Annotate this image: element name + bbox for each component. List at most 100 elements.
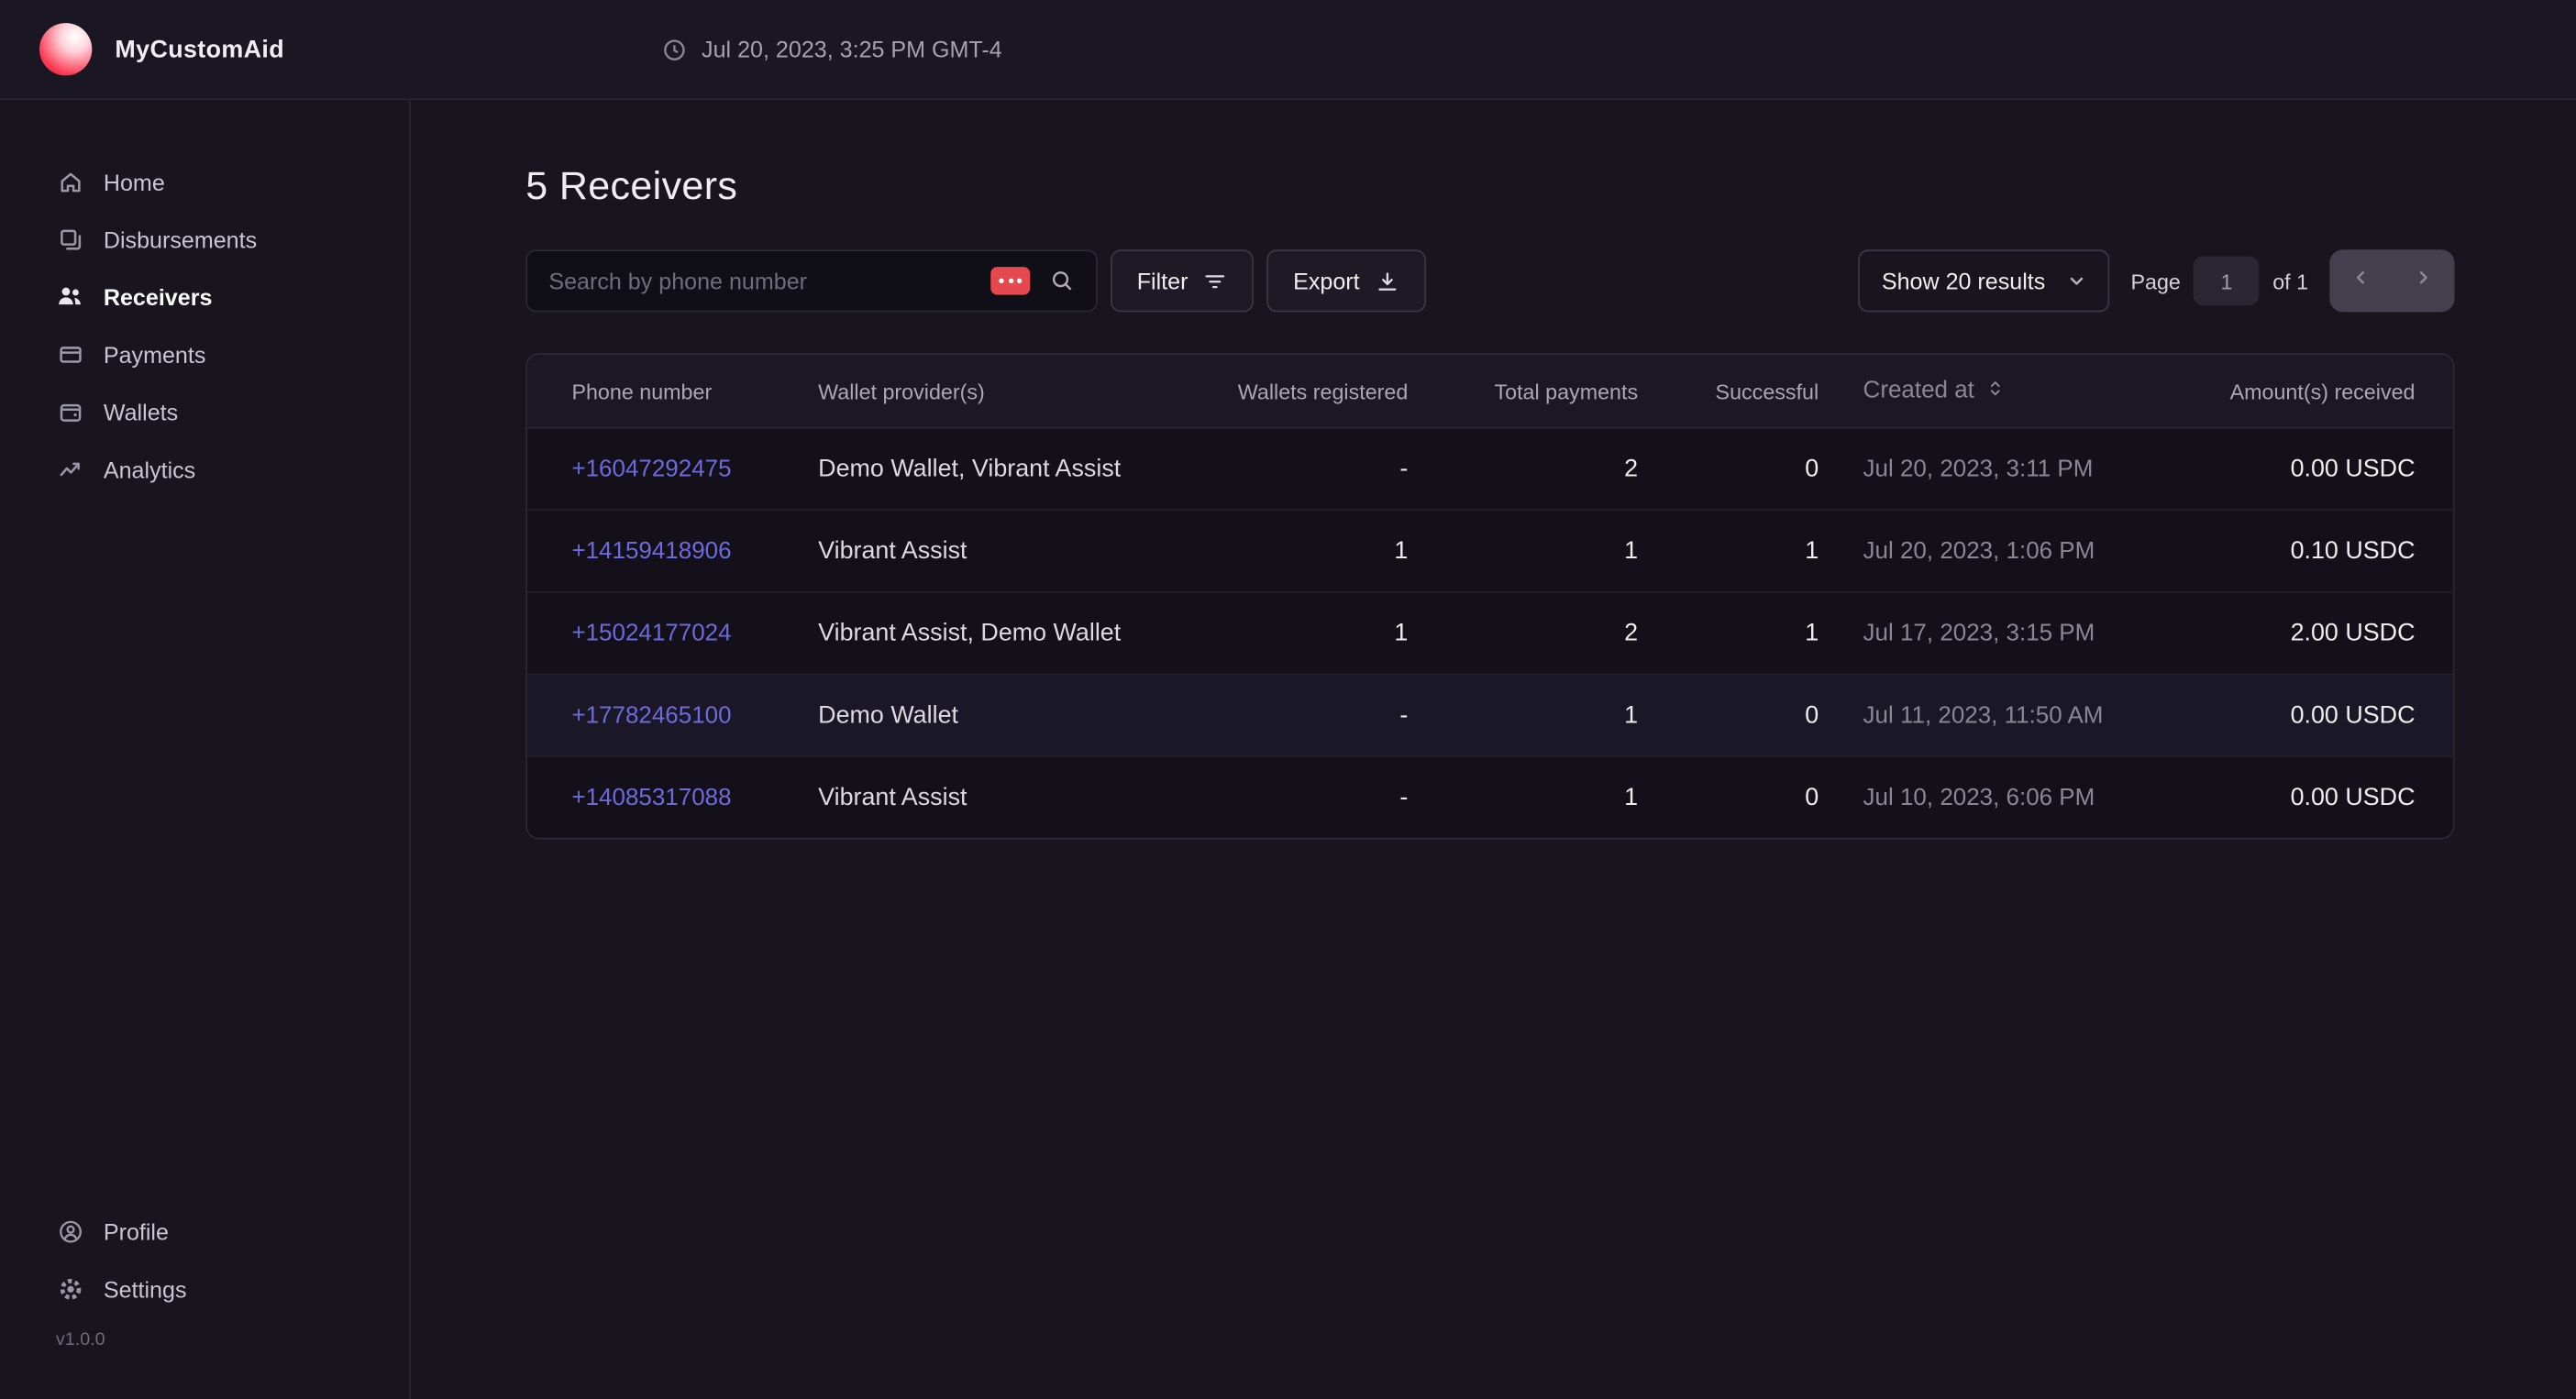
column-header-wallets-registered: Wallets registered [1212, 379, 1408, 403]
table-row[interactable]: +14159418906 Vibrant Assist 1 1 1 Jul 20… [527, 511, 2453, 593]
app-name: MyCustomAid [115, 36, 284, 63]
sidebar: Home Disbursements Receivers [0, 100, 411, 1399]
column-header-phone: Phone number [527, 379, 818, 403]
created-at-cell: Jul 20, 2023, 1:06 PM [1819, 538, 2186, 565]
pagination-cluster: Show 20 results Page of 1 [1859, 249, 2455, 312]
chevron-right-icon [2412, 265, 2435, 296]
filter-button-label: Filter [1137, 268, 1188, 294]
amount-cell: 2.00 USDC [2186, 619, 2454, 646]
table-row[interactable]: +14085317088 Vibrant Assist - 1 0 Jul 10… [527, 757, 2453, 838]
controls-row: Filter Export Show 20 results [525, 249, 2454, 312]
timestamp-text: Jul 20, 2023, 3:25 PM GMT-4 [702, 36, 1002, 62]
created-at-cell: Jul 11, 2023, 11:50 AM [1819, 702, 2186, 729]
app-stage: MyCustomAid Jul 20, 2023, 3:25 PM GMT-4 … [0, 0, 2576, 1399]
amount-cell: 0.00 USDC [2186, 701, 2454, 729]
phone-link[interactable]: +15024177024 [571, 621, 731, 647]
app-viewport: MyCustomAid Jul 20, 2023, 3:25 PM GMT-4 … [0, 0, 2576, 1399]
column-header-providers: Wallet provider(s) [818, 379, 1212, 403]
phone-link[interactable]: +14085317088 [571, 785, 731, 811]
topbar-timestamp: Jul 20, 2023, 3:25 PM GMT-4 [662, 36, 1002, 62]
amount-cell: 0.10 USDC [2186, 537, 2454, 565]
amount-cell: 0.00 USDC [2186, 455, 2454, 482]
profile-icon [56, 1217, 83, 1245]
phone-link[interactable]: +17782465100 [571, 703, 731, 730]
app-logo-icon [39, 23, 92, 75]
sidebar-nav: Home Disbursements Receivers [0, 100, 409, 498]
column-header-created-at[interactable]: Created at [1819, 378, 2186, 404]
sidebar-item-settings[interactable]: Settings [0, 1260, 409, 1317]
chevron-left-icon [2349, 265, 2372, 296]
wallets-icon [56, 398, 83, 425]
total-payments-cell: 1 [1408, 537, 1638, 565]
phone-link[interactable]: +16047292475 [571, 457, 731, 483]
created-at-label: Created at [1863, 378, 1974, 404]
settings-icon [56, 1274, 83, 1302]
table-row[interactable]: +15024177024 Vibrant Assist, Demo Wallet… [527, 593, 2453, 676]
total-payments-cell: 1 [1408, 784, 1638, 811]
sidebar-item-label: Payments [104, 341, 206, 368]
topbar: MyCustomAid Jul 20, 2023, 3:25 PM GMT-4 [0, 0, 2576, 100]
table-row[interactable]: +16047292475 Demo Wallet, Vibrant Assist… [527, 429, 2453, 512]
successful-cell: 1 [1638, 537, 1819, 565]
brand: MyCustomAid [39, 23, 284, 75]
sidebar-item-receivers[interactable]: Receivers [0, 268, 409, 325]
providers-cell: Demo Wallet [818, 701, 1212, 729]
table-header: Phone number Wallet provider(s) Wallets … [527, 355, 2453, 429]
page-label: Page [2130, 269, 2180, 293]
search-box [525, 249, 1097, 312]
wallets-registered-cell: - [1212, 784, 1408, 811]
phone-link[interactable]: +14159418906 [571, 539, 731, 566]
filter-button[interactable]: Filter [1111, 249, 1254, 312]
sidebar-item-profile[interactable]: Profile [0, 1202, 409, 1260]
total-payments-cell: 1 [1408, 701, 1638, 729]
sidebar-item-wallets[interactable]: Wallets [0, 382, 409, 440]
sidebar-item-home[interactable]: Home [0, 153, 409, 211]
filter-icon [1203, 269, 1228, 293]
column-header-total-payments: Total payments [1408, 379, 1638, 403]
table-row[interactable]: +17782465100 Demo Wallet - 1 0 Jul 11, 2… [527, 675, 2453, 757]
show-results-select[interactable]: Show 20 results [1859, 249, 2109, 312]
wallets-registered-cell: 1 [1212, 619, 1408, 646]
sidebar-item-label: Disbursements [104, 226, 257, 252]
sidebar-item-label: Receivers [104, 283, 213, 310]
show-results-label: Show 20 results [1882, 268, 2045, 294]
disbursements-icon [56, 225, 83, 252]
wallets-registered-cell: - [1212, 701, 1408, 729]
chevron-down-icon [2065, 270, 2088, 292]
column-header-amount: Amount(s) received [2186, 379, 2454, 403]
sidebar-item-label: Analytics [104, 456, 195, 482]
column-header-successful: Successful [1638, 379, 1819, 403]
created-at-cell: Jul 17, 2023, 3:15 PM [1819, 620, 2186, 646]
page-number-input[interactable] [2194, 256, 2260, 305]
successful-cell: 0 [1638, 455, 1819, 482]
providers-cell: Vibrant Assist [818, 537, 1212, 565]
home-icon [56, 168, 83, 195]
successful-cell: 0 [1638, 784, 1819, 811]
created-at-cell: Jul 10, 2023, 6:06 PM [1819, 784, 2186, 810]
download-icon [1375, 269, 1399, 293]
pager [2329, 249, 2454, 312]
sidebar-item-disbursements[interactable]: Disbursements [0, 210, 409, 268]
clock-icon [662, 37, 687, 61]
export-button[interactable]: Export [1266, 249, 1425, 312]
wallets-registered-cell: - [1212, 455, 1408, 482]
page-of-label: of 1 [2272, 269, 2308, 293]
sidebar-item-label: Settings [104, 1275, 187, 1302]
providers-cell: Demo Wallet, Vibrant Assist [818, 455, 1212, 482]
successful-cell: 0 [1638, 701, 1819, 729]
export-button-label: Export [1293, 268, 1359, 294]
payments-icon [56, 340, 83, 368]
providers-cell: Vibrant Assist, Demo Wallet [818, 619, 1212, 646]
sort-icon [1985, 378, 2004, 404]
amount-cell: 0.00 USDC [2186, 784, 2454, 811]
sidebar-item-analytics[interactable]: Analytics [0, 440, 409, 498]
sidebar-item-label: Wallets [104, 398, 178, 424]
previous-page-button[interactable] [2329, 249, 2392, 312]
password-manager-badge-icon[interactable] [990, 267, 1030, 294]
sidebar-item-payments[interactable]: Payments [0, 325, 409, 383]
sidebar-item-label: Profile [104, 1217, 169, 1244]
providers-cell: Vibrant Assist [818, 784, 1212, 811]
app-body: Home Disbursements Receivers [0, 100, 2576, 1399]
sidebar-footer: Profile Settings v1.0.0 [0, 1202, 409, 1399]
next-page-button[interactable] [2392, 249, 2454, 312]
